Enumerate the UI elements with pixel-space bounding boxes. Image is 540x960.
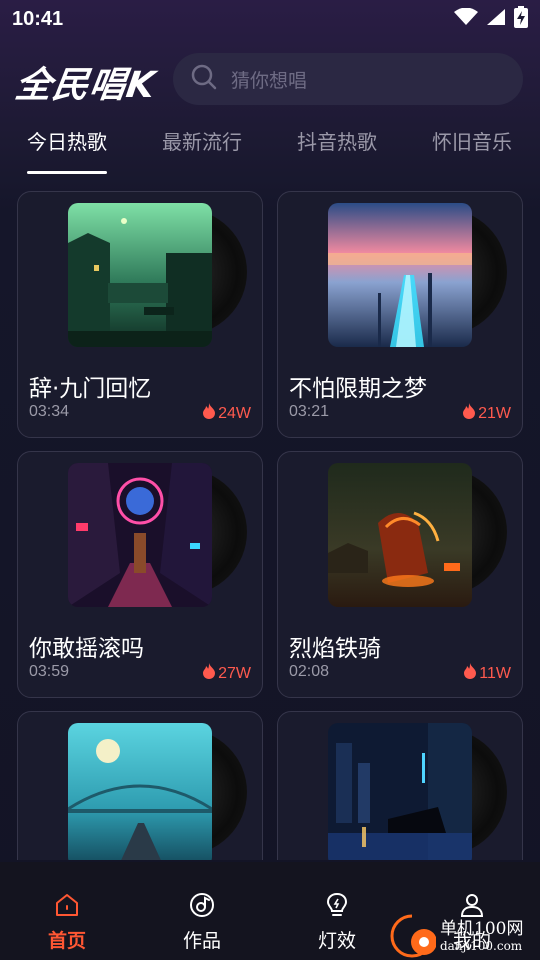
- header: 全民唱K 猜你想唱: [0, 50, 540, 108]
- flame-icon: [463, 663, 477, 684]
- song-card[interactable]: 烈焰铁骑 02:08 11W: [277, 451, 523, 698]
- song-cover: [68, 463, 212, 607]
- watermark-line2: danji100.com: [440, 939, 523, 953]
- tab-nostalgic[interactable]: 怀旧音乐: [432, 126, 512, 155]
- tab-today-hits[interactable]: 今日热歌: [27, 126, 107, 155]
- song-duration: 03:59: [29, 663, 70, 680]
- flame-icon: [202, 403, 216, 424]
- status-bar: 10:41: [0, 0, 540, 38]
- heat-count: 21W: [478, 404, 511, 422]
- status-time: 10:41: [12, 7, 64, 30]
- app-logo: 全民唱K: [12, 65, 159, 106]
- song-cover: [68, 723, 212, 860]
- nav-label: 灯效: [317, 930, 356, 952]
- site-watermark: 单机100网 danji100.com: [388, 914, 523, 960]
- flame-icon: [462, 403, 476, 424]
- active-tab-indicator: [27, 171, 107, 174]
- watermark-logo-icon: [388, 914, 437, 960]
- song-title: 你敢摇滚吗: [29, 636, 144, 662]
- song-heat: 27W: [202, 663, 251, 684]
- home-icon: [54, 892, 80, 922]
- lightbulb-icon: [324, 892, 350, 922]
- song-duration: 02:08: [289, 663, 330, 680]
- tab-latest-pop[interactable]: 最新流行: [162, 126, 242, 155]
- song-heat: 24W: [202, 403, 251, 424]
- song-duration: 03:34: [29, 403, 70, 420]
- song-heat: 11W: [463, 663, 511, 684]
- song-cover: [68, 203, 212, 347]
- music-disc-icon: [189, 892, 215, 922]
- nav-label: 作品: [182, 930, 221, 952]
- heat-count: 27W: [218, 664, 251, 682]
- song-grid: 辞·九门回忆 03:34 24W 不怕限期之梦 03:21 21W 你敢摇滚吗 …: [0, 190, 540, 860]
- nav-works[interactable]: 作品: [162, 892, 242, 953]
- song-cover: [328, 203, 472, 347]
- nav-home[interactable]: 首页: [27, 892, 107, 953]
- flame-icon: [202, 663, 216, 684]
- song-card[interactable]: [17, 711, 263, 860]
- search-icon: [191, 64, 217, 94]
- signal-icon: [486, 8, 506, 30]
- tab-douyin-hits[interactable]: 抖音热歌: [297, 126, 377, 155]
- watermark-line1: 单机100网: [440, 919, 524, 939]
- song-title: 不怕限期之梦: [289, 376, 427, 402]
- song-heat: 21W: [462, 403, 511, 424]
- search-input[interactable]: 猜你想唱: [173, 53, 523, 105]
- song-cover: [328, 723, 472, 860]
- song-card[interactable]: 辞·九门回忆 03:34 24W: [17, 191, 263, 438]
- search-placeholder: 猜你想唱: [231, 69, 308, 92]
- heat-count: 11W: [479, 664, 511, 682]
- wifi-icon: [454, 7, 478, 30]
- song-card[interactable]: 你敢摇滚吗 03:59 27W: [17, 451, 263, 698]
- battery-charging-icon: [514, 6, 528, 32]
- watermark-text: 单机100网 danji100.com: [440, 921, 523, 955]
- heat-count: 24W: [218, 404, 251, 422]
- nav-label: 首页: [47, 930, 86, 952]
- song-card[interactable]: [277, 711, 523, 860]
- song-title: 辞·九门回忆: [29, 376, 152, 402]
- nav-lighting[interactable]: 灯效: [297, 892, 377, 953]
- song-card[interactable]: 不怕限期之梦 03:21 21W: [277, 191, 523, 438]
- status-icons: [454, 6, 528, 32]
- song-duration: 03:21: [289, 403, 330, 420]
- category-tabs: 今日热歌 最新流行 抖音热歌 怀旧音乐: [0, 118, 540, 178]
- song-cover: [328, 463, 472, 607]
- song-title: 烈焰铁骑: [289, 636, 381, 662]
